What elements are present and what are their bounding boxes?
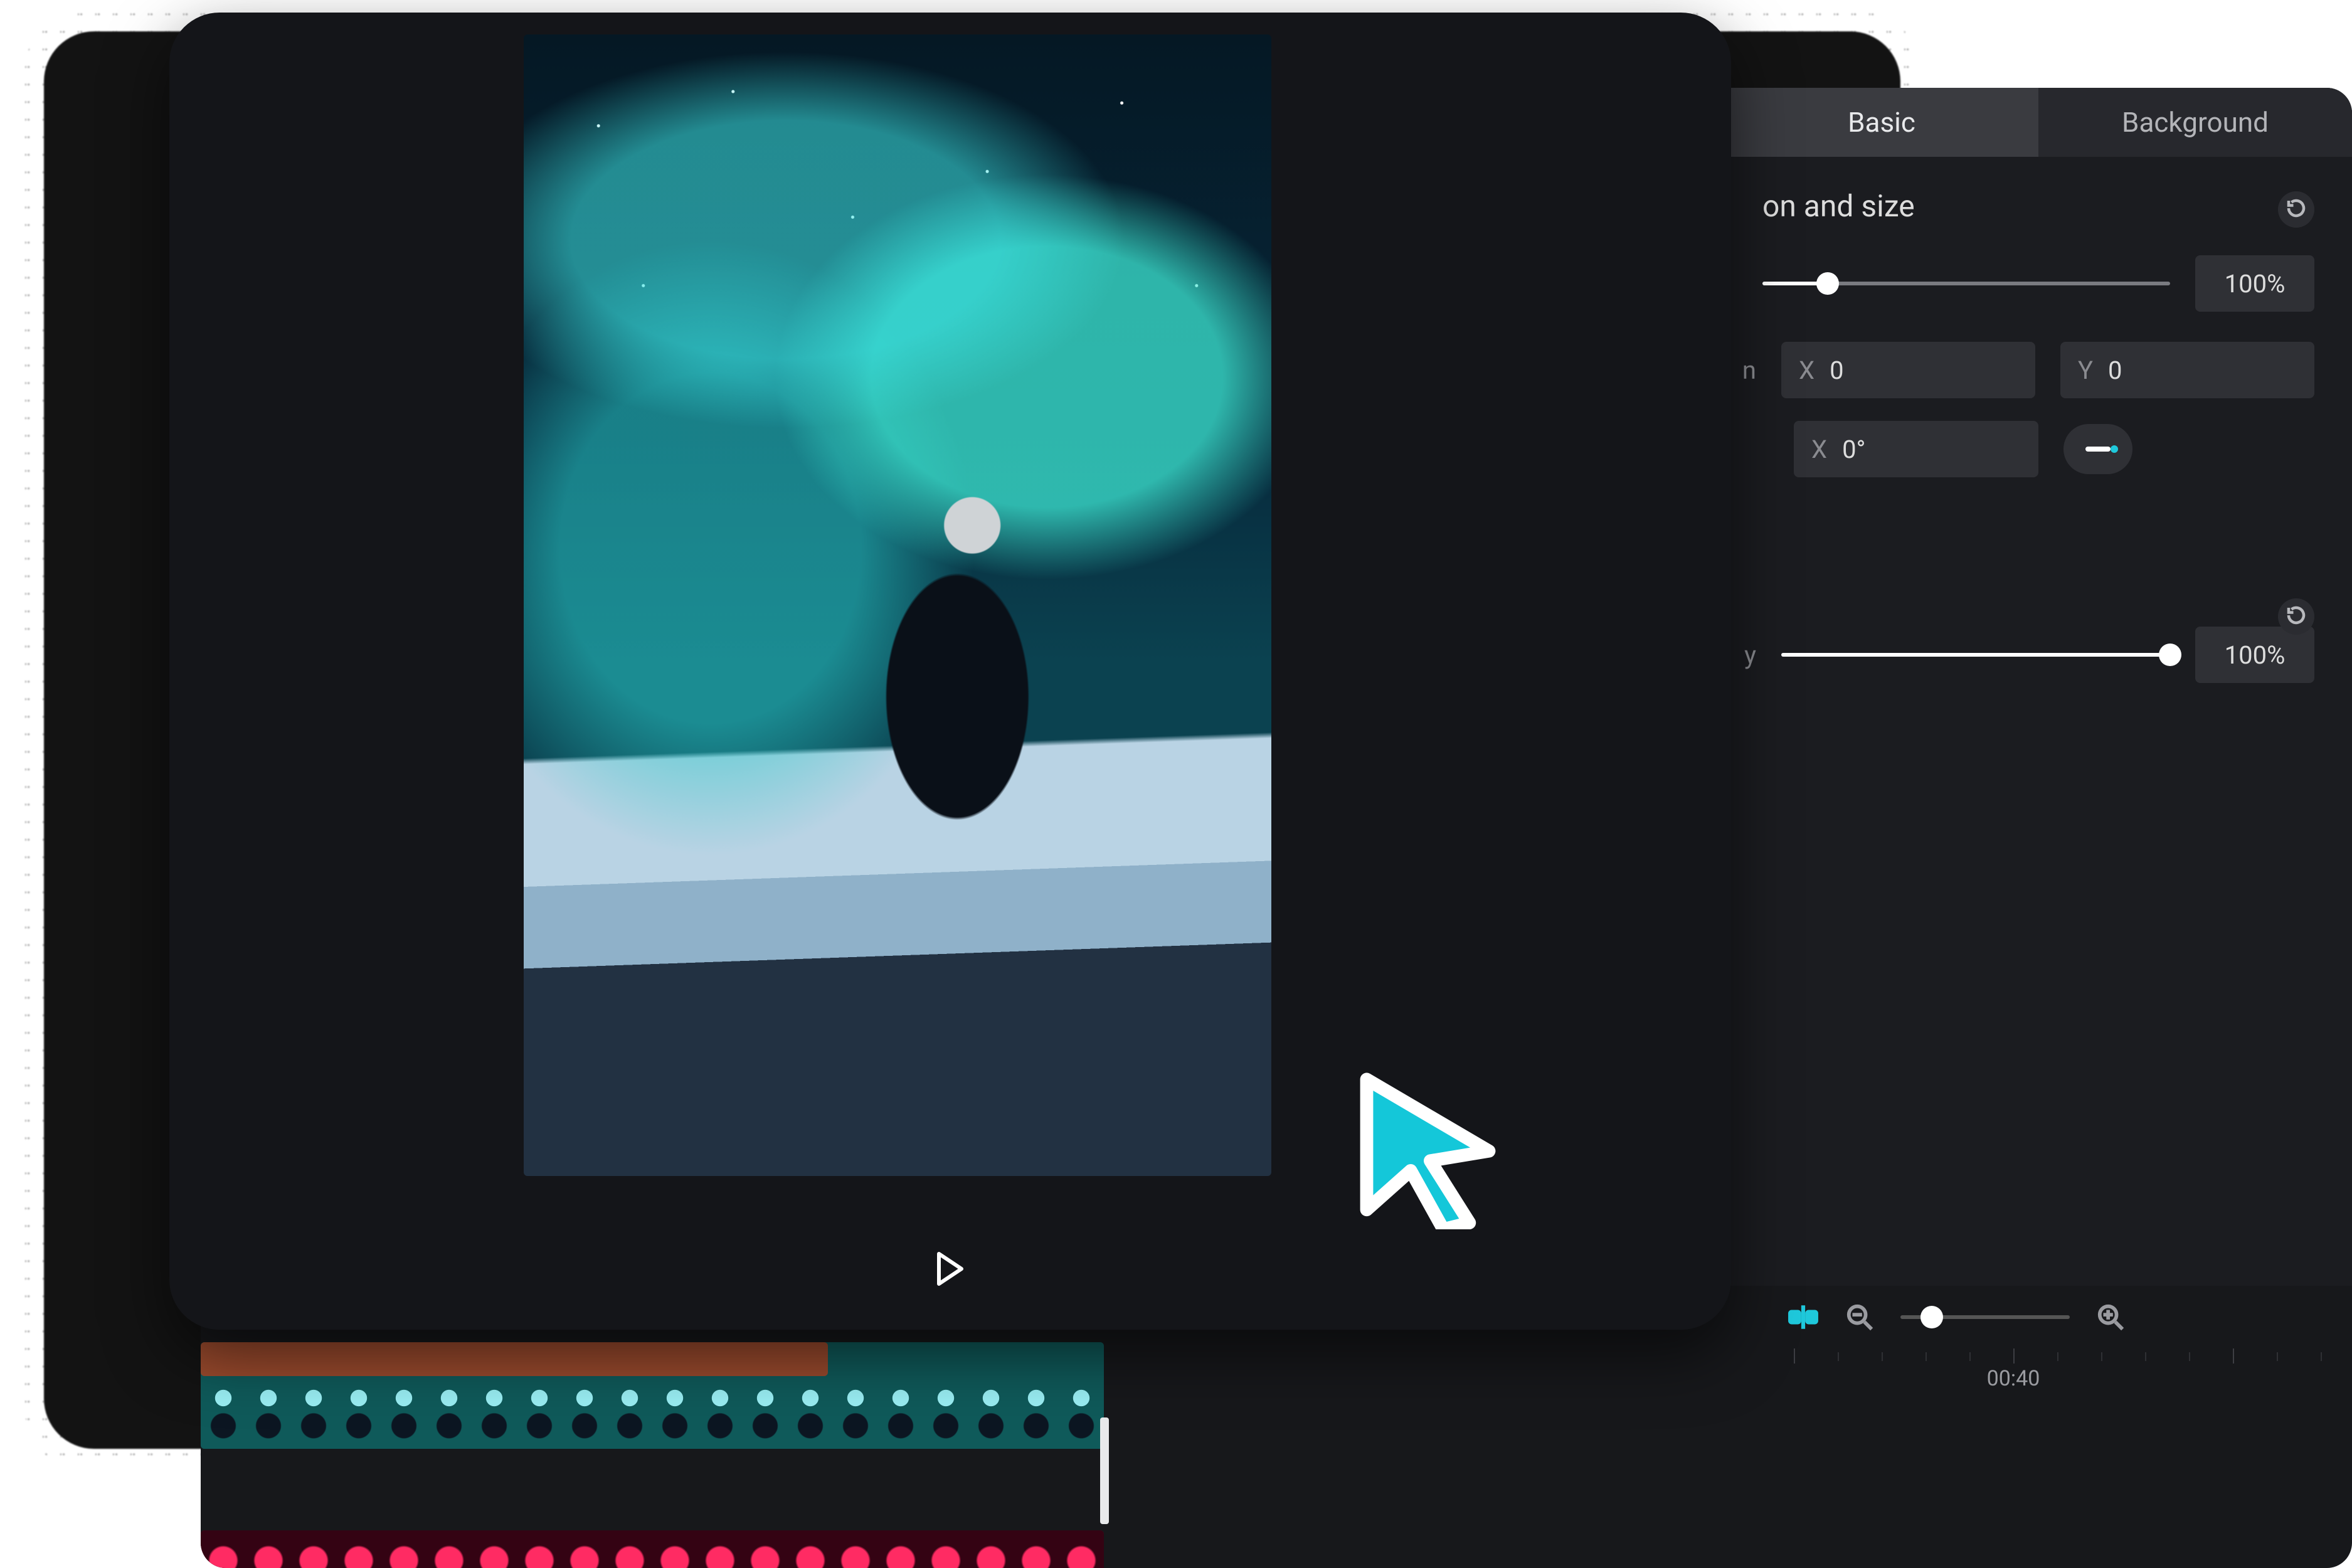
rotation-label: X (1811, 435, 1827, 464)
zoom-in-button[interactable] (2095, 1301, 2126, 1333)
properties-tabs: Basic Background (1725, 88, 2352, 157)
position-y-value: 0 (2108, 356, 2122, 385)
opacity-value[interactable]: 100% (2195, 627, 2314, 683)
section-position-size: on and size (1725, 157, 2352, 236)
rotation-value: 0° (1842, 435, 1865, 464)
reset-position-size-button[interactable] (2278, 191, 2314, 228)
scale-value[interactable]: 100% (2195, 255, 2314, 312)
clip-thumbnails (201, 1381, 1104, 1449)
reset-opacity-button[interactable] (2278, 598, 2314, 635)
timeline-clip-orange[interactable] (201, 1342, 828, 1376)
section-opacity (1725, 564, 2352, 608)
timeline-clip-video[interactable] (201, 1530, 1104, 1568)
preview-canvas[interactable] (524, 34, 1271, 1176)
zoom-out-button[interactable] (1844, 1301, 1875, 1333)
scale-row: 100% (1725, 236, 2352, 331)
position-row: n X 0 Y 0 (1725, 331, 2352, 410)
rotation-field[interactable]: X 0° (1794, 421, 2038, 477)
reset-icon (2285, 197, 2307, 222)
preview-window (169, 13, 1731, 1330)
position-y-label: Y (2078, 356, 2093, 385)
tab-background[interactable]: Background (2038, 88, 2352, 157)
rotation-row: X 0° (1725, 410, 2352, 489)
properties-panel: Basic Background on and size 100% n X 0 (1725, 88, 2352, 1286)
tab-basic[interactable]: Basic (1725, 88, 2038, 157)
opacity-row: y 100% (1725, 608, 2352, 702)
play-icon (935, 1251, 966, 1289)
snap-button[interactable] (1788, 1301, 1819, 1333)
section-title-position-size: on and size (1762, 188, 2314, 224)
position-x-value: 0 (1830, 356, 1843, 385)
cursor-icon (1342, 1066, 1505, 1229)
timeline-toolbar (1725, 1286, 2352, 1348)
position-x-field[interactable]: X 0 (1781, 342, 2035, 398)
rotation-toggle[interactable] (2063, 424, 2132, 474)
position-y-field[interactable]: Y 0 (2060, 342, 2314, 398)
clip-trim-handle[interactable] (1100, 1417, 1109, 1524)
position-x-label: X (1799, 356, 1814, 385)
opacity-slider[interactable] (1781, 653, 2170, 657)
reset-icon (2285, 604, 2307, 629)
scale-slider[interactable] (1762, 282, 2170, 285)
play-button[interactable] (928, 1248, 972, 1292)
zoom-slider[interactable] (1900, 1315, 2070, 1319)
timeline-tracks: kylar-kang-6045659.jpg 00:21:19 (201, 1342, 2352, 1449)
